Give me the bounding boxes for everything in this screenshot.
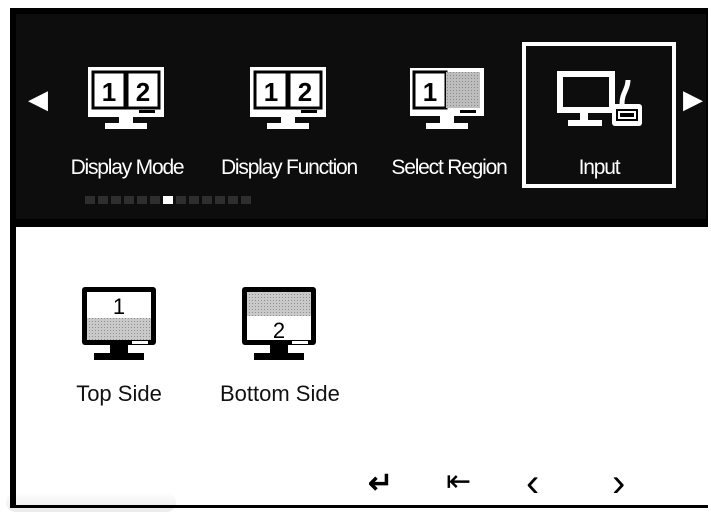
dual-monitor-12-icon: 1 2 <box>250 67 326 129</box>
submenu-item-bottom-side[interactable]: 2 Bottom Side <box>220 285 340 406</box>
monitor-number: 1 <box>423 77 437 107</box>
dual-monitor-12-icon: 1 2 <box>88 67 164 129</box>
menu-label: Input <box>578 156 621 179</box>
page-dot <box>137 196 147 204</box>
menu-item-select-region[interactable]: 1 Select Region <box>378 40 520 180</box>
menu-item-display-mode[interactable]: 1 2 Display Mode <box>52 40 202 180</box>
monitor-number: 2 <box>136 77 150 107</box>
enter-icon[interactable]: ↵ <box>368 469 393 499</box>
page-dot <box>215 196 225 204</box>
menu-right-arrow-icon[interactable]: ▶ <box>683 86 703 112</box>
page-dot <box>98 196 108 204</box>
page-dot <box>150 196 160 204</box>
submenu-label: Bottom Side <box>220 381 340 406</box>
shadow <box>6 492 176 512</box>
monitor-number: 1 <box>102 77 116 107</box>
page-dot <box>124 196 134 204</box>
menu-left-arrow-icon[interactable]: ◀ <box>28 86 48 112</box>
page-dot-active <box>163 196 173 204</box>
monitor-region-1-icon: 1 <box>410 68 484 129</box>
prev-arrow-icon[interactable]: ‹ <box>526 463 539 503</box>
region-number: 2 <box>273 318 285 343</box>
menu-item-display-function[interactable]: 1 2 Display Function <box>205 40 373 180</box>
page-indicator <box>85 196 251 204</box>
monitor-number: 1 <box>264 77 278 107</box>
computer-input-icon <box>557 71 642 126</box>
page-dot <box>241 196 251 204</box>
monitor-bottom-side-icon: 2 <box>242 287 316 360</box>
page-dot <box>228 196 238 204</box>
next-arrow-icon[interactable]: › <box>612 463 625 503</box>
page-dot <box>176 196 186 204</box>
region-number: 1 <box>113 294 125 319</box>
page-dot <box>202 196 212 204</box>
page-dot <box>85 196 95 204</box>
monitor-number: 2 <box>298 77 312 107</box>
menu-item-input[interactable]: Input <box>522 42 676 188</box>
page-dot <box>189 196 199 204</box>
menu-label: Display Mode <box>70 156 185 179</box>
submenu-item-top-side[interactable]: 1 Top Side <box>76 285 162 406</box>
menu-label: Select Region <box>391 156 507 179</box>
monitor-top-side-icon: 1 <box>82 287 156 360</box>
submenu-label: Top Side <box>76 381 162 406</box>
submenu-panel: 1 Top Side 2 Bottom Side ↵ ⇤ ‹ › <box>6 227 711 512</box>
menu-label: Display Function <box>220 156 358 179</box>
exit-icon[interactable]: ⇤ <box>446 467 471 497</box>
page-dot <box>111 196 121 204</box>
